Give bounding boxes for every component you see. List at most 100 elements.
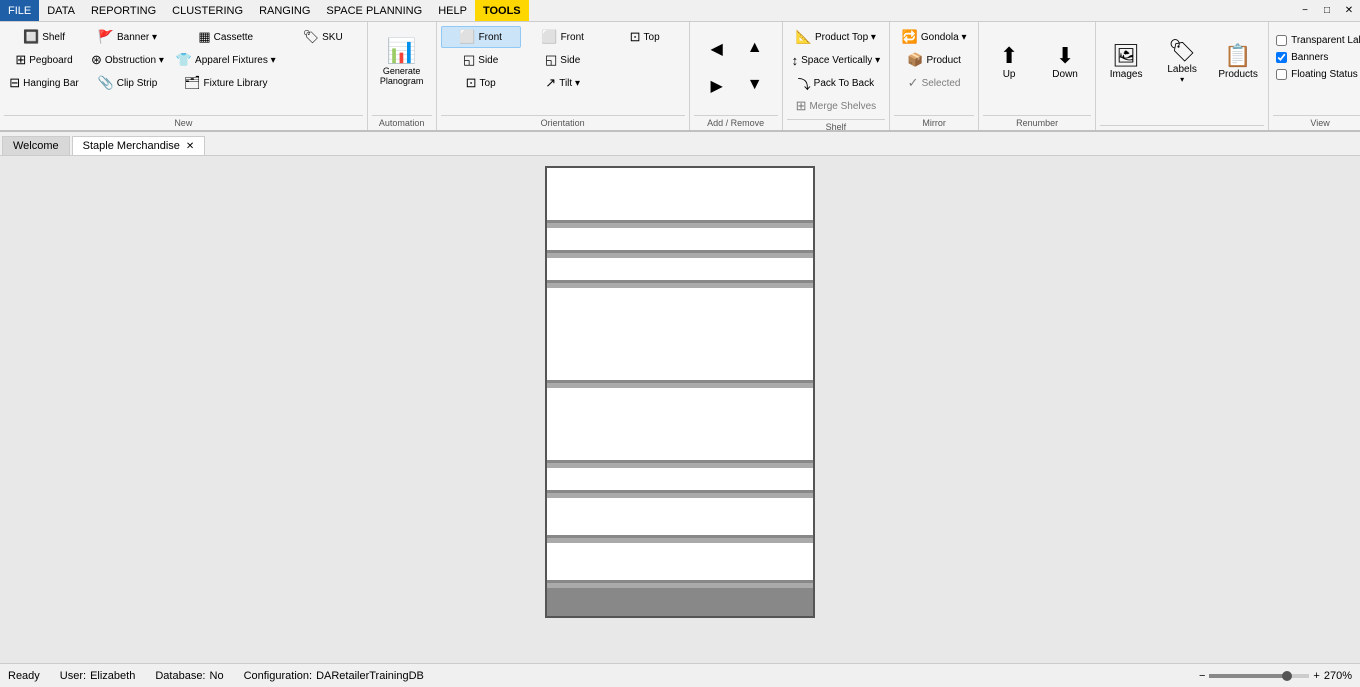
ribbon-group-label-images (1100, 125, 1264, 130)
selected-label: Selected (922, 78, 961, 89)
menu-help[interactable]: HELP (430, 0, 475, 21)
tilt-icon: ↗ (545, 75, 556, 91)
front-icon: ⬜ (459, 29, 475, 45)
ribbon-group-label-renumber: Renumber (983, 115, 1091, 130)
side2-label: Side (560, 55, 580, 66)
ribbon-btn-space-vertically[interactable]: ↕ Space Vertically ▾ (787, 49, 885, 71)
ribbon-btn-generate-planogram[interactable]: 📊 GeneratePlanogram (372, 26, 432, 96)
zoom-slider-thumb[interactable] (1282, 671, 1292, 681)
ribbon-btn-add-down[interactable]: ▼ (737, 71, 773, 99)
obstruction-icon: ⊛ (91, 52, 102, 68)
ribbon-group-view: Transparent Lab Banners Floating Status … (1269, 22, 1360, 130)
ribbon-btn-add-right[interactable]: ▶ (699, 71, 735, 101)
ribbon-group-mirror: 🔁 Gondola ▾ 📦 Product ✓ Selected Mirror (890, 22, 979, 130)
ribbon-btn-product-top[interactable]: 📐 Product Top ▾ (787, 26, 885, 48)
clip-strip-label: Clip Strip (117, 78, 158, 89)
ribbon-btn-apparel[interactable]: 👕 Apparel Fixtures ▾ (171, 49, 281, 71)
zoom-minus-btn[interactable]: − (1199, 670, 1205, 682)
transparent-lab-checkbox[interactable] (1276, 35, 1287, 46)
ribbon-btn-selected[interactable]: ✓ Selected (894, 72, 974, 94)
ribbon-btn-front[interactable]: ⬜ Front (441, 26, 521, 48)
ribbon-btn-top2[interactable]: ⊡ Top (605, 26, 685, 48)
ribbon-btn-pack-to-back[interactable]: ⤵ Pack To Back (787, 72, 885, 94)
hanging-bar-label: Hanging Bar (23, 78, 79, 89)
ribbon-items-automation: 📊 GeneratePlanogram (372, 24, 432, 115)
ribbon-btn-cassette[interactable]: ▦ Cassette (171, 26, 281, 48)
ribbon-btn-labels[interactable]: 🏷 Labels ▾ (1156, 26, 1208, 96)
shelf-2 (547, 228, 813, 253)
shelf-label: Shelf (42, 32, 65, 43)
ribbon-group-label-view: View (1273, 115, 1360, 130)
ribbon-btn-gondola[interactable]: 🔁 Gondola ▾ (894, 26, 974, 48)
menu-clustering[interactable]: CLUSTERING (164, 0, 251, 21)
ribbon-btn-fixture-library[interactable]: 🗂 Fixture Library (171, 72, 281, 94)
ribbon-btn-products[interactable]: 📋 Products (1212, 26, 1264, 96)
ribbon-btn-front2[interactable]: ⬜ Front (523, 26, 603, 48)
ribbon-btn-pegboard[interactable]: ⊞ Pegboard (4, 49, 84, 71)
ribbon-btn-images[interactable]: 🖼 Images (1100, 26, 1152, 96)
top-label: Top (480, 78, 496, 89)
menu-data[interactable]: DATA (39, 0, 83, 21)
ribbon-btn-tilt[interactable]: ↗ Tilt ▾ (523, 72, 603, 94)
ribbon-btn-add-left[interactable]: ◀ (699, 34, 735, 64)
ribbon-btn-hanging-bar[interactable]: ⊟ Hanging Bar (4, 72, 84, 94)
ribbon-btn-banner[interactable]: 🚩 Banner ▾ (86, 26, 169, 48)
ribbon-btn-top[interactable]: ⊡ Top (441, 72, 521, 94)
gondola-label: Gondola ▾ (921, 32, 967, 43)
menu-reporting[interactable]: REPORTING (83, 0, 164, 21)
minimize-button[interactable]: − (1294, 0, 1316, 22)
tab-staple-merchandise-label: Staple Merchandise (83, 140, 180, 152)
generate-planogram-icon: 📊 (387, 37, 417, 66)
apparel-label: Apparel Fixtures ▾ (195, 55, 276, 66)
ribbon-btn-side[interactable]: ◱ Side (441, 49, 521, 71)
up-icon: ⬆ (1000, 43, 1018, 69)
ribbon-group-add-remove: ◀ ▲ ▶ ▼ Add / Remove (690, 22, 783, 130)
shelf-3 (547, 258, 813, 283)
pack-to-back-label: Pack To Back (814, 78, 874, 89)
ribbon-col-new-4: 🏷 SKU (283, 26, 363, 48)
floating-status-checkbox[interactable] (1276, 69, 1287, 80)
ribbon-btn-product-mirror[interactable]: 📦 Product (894, 49, 974, 71)
tab-close-icon[interactable]: ✕ (186, 141, 194, 152)
tab-welcome[interactable]: Welcome (2, 136, 70, 155)
ribbon-btn-sku[interactable]: 🏷 SKU (283, 26, 363, 48)
banner-icon: 🚩 (98, 29, 114, 45)
ribbon-group-label-automation: Automation (372, 115, 432, 130)
fixture-library-icon: 🗂 (184, 75, 201, 91)
shelf-6 (547, 468, 813, 493)
ribbon-check-transparent-lab[interactable]: Transparent Lab (1273, 34, 1360, 47)
status-user-value: Elizabeth (90, 670, 135, 682)
shelf-8 (547, 543, 813, 583)
close-button[interactable]: ✕ (1338, 0, 1360, 22)
zoom-plus-btn[interactable]: + (1313, 670, 1319, 682)
maximize-button[interactable]: □ (1316, 0, 1338, 22)
banners-checkbox[interactable] (1276, 52, 1287, 63)
banner-label: Banner ▾ (117, 32, 157, 43)
ribbon-btn-add-up[interactable]: ▲ (737, 34, 773, 62)
ribbon-check-banners[interactable]: Banners (1273, 51, 1360, 64)
ribbon-btn-merge-shelves[interactable]: ⊞ Merge Shelves (787, 95, 885, 117)
ribbon-btn-obstruction[interactable]: ⊛ Obstruction ▾ (86, 49, 169, 71)
ribbon-group-label-new: New (4, 115, 363, 130)
ribbon-items-images-labels: 🖼 Images 🏷 Labels ▾ 📋 Products (1100, 24, 1264, 125)
ribbon-btn-down[interactable]: ⬇ Down (1039, 26, 1091, 96)
ribbon-btn-up[interactable]: ⬆ Up (983, 26, 1035, 96)
front2-icon: ⬜ (541, 29, 557, 45)
menu-space-planning[interactable]: SPACE PLANNING (318, 0, 430, 21)
ribbon-btn-side2[interactable]: ◱ Side (523, 49, 603, 71)
ribbon-btn-clip-strip[interactable]: 📎 Clip Strip (86, 72, 169, 94)
ribbon-btn-shelf[interactable]: 🔲 Shelf (4, 26, 84, 48)
ribbon-check-floating-status[interactable]: Floating Status (1273, 68, 1360, 81)
zoom-slider[interactable] (1209, 674, 1309, 678)
up-label: Up (1003, 69, 1016, 80)
menu-file[interactable]: FILE (0, 0, 39, 21)
window-controls: − □ ✕ (1294, 0, 1360, 22)
down-label: Down (1052, 69, 1078, 80)
menu-ranging[interactable]: RANGING (251, 0, 318, 21)
planogram-wrapper (545, 166, 815, 618)
tab-staple-merchandise[interactable]: Staple Merchandise ✕ (72, 136, 206, 155)
menu-tools[interactable]: TOOLS (475, 0, 529, 21)
product-top-label: Product Top ▾ (815, 32, 876, 43)
obstruction-label: Obstruction ▾ (105, 55, 164, 66)
top2-icon: ⊡ (630, 29, 641, 45)
